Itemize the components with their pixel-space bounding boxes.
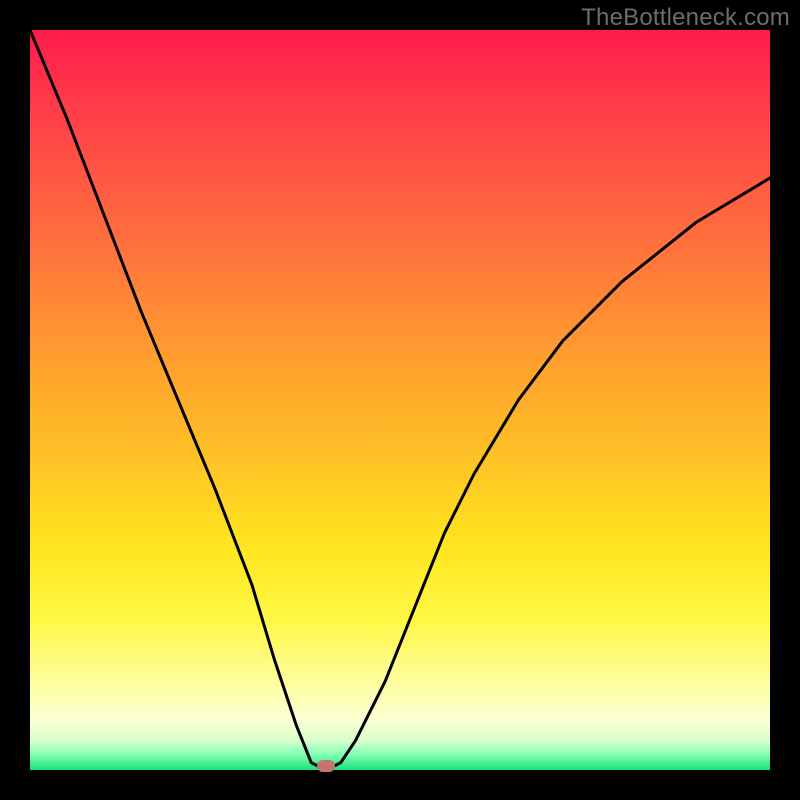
chart-frame: TheBottleneck.com — [0, 0, 800, 800]
plot-area — [30, 30, 770, 770]
watermark-text: TheBottleneck.com — [581, 4, 790, 32]
curve-path — [30, 30, 770, 770]
bottleneck-curve — [30, 30, 770, 770]
optimal-marker — [317, 760, 335, 772]
